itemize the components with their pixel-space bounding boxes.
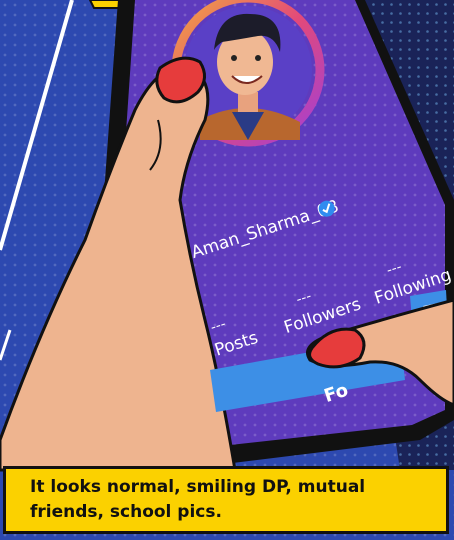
caption-text: It looks normal, smiling DP, mutual frie… [30, 477, 366, 522]
caption-box: It looks normal, smiling DP, mutual frie… [3, 466, 449, 534]
comic-panel: Aman_Sharma_08 --- Posts --- Followers -… [0, 0, 454, 540]
comic-illustration: Aman_Sharma_08 --- Posts --- Followers -… [0, 0, 454, 540]
